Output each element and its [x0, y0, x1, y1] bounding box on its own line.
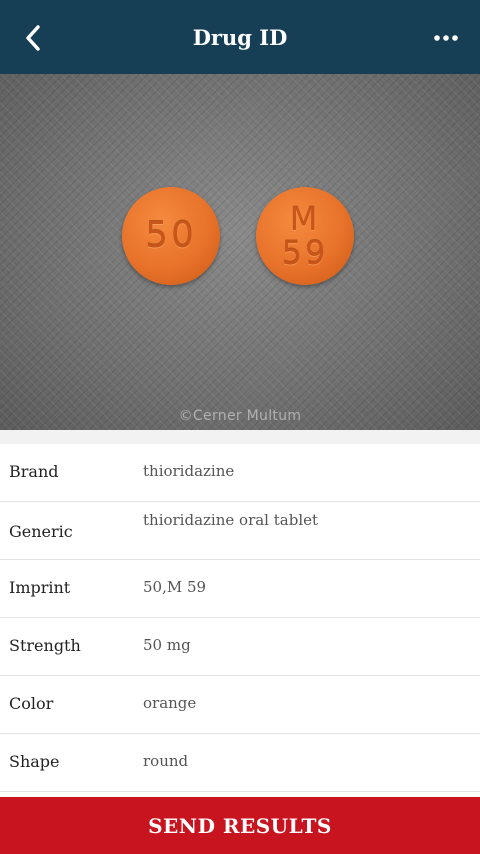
detail-row-strength: Strength 50 mg	[0, 618, 480, 676]
detail-row-generic: Generic thioridazine oral tablet	[0, 502, 480, 560]
pill-imprint-text: 50	[145, 215, 197, 256]
divider	[0, 430, 480, 444]
detail-value: round	[143, 752, 189, 770]
detail-label: Generic	[9, 522, 73, 541]
detail-row-imprint: Imprint 50,M 59	[0, 560, 480, 618]
detail-value: 50,M 59	[143, 578, 207, 596]
detail-label: Shape	[9, 752, 60, 771]
detail-row-brand: Brand thioridazine	[0, 444, 480, 502]
send-results-button[interactable]: SEND RESULTS	[0, 797, 480, 854]
detail-row-color: Color orange	[0, 676, 480, 734]
pill-image: 50 M 59 ©Cerner Multum	[0, 74, 480, 430]
chevron-left-icon	[26, 25, 40, 51]
drug-details-list: Brand thioridazine Generic thioridazine …	[0, 444, 480, 792]
pill-imprint-line-2: 59	[281, 234, 329, 272]
more-options-button[interactable]	[424, 19, 468, 57]
pill-50: 50	[122, 187, 220, 285]
pill-m59: M 59	[256, 187, 354, 285]
pill-imprint-line-1: M	[289, 200, 321, 238]
detail-row-shape: Shape round	[0, 734, 480, 792]
detail-value: orange	[143, 694, 197, 712]
detail-value: 50 mg	[143, 636, 191, 654]
detail-label: Strength	[9, 636, 81, 655]
page-title: Drug ID	[192, 24, 288, 50]
detail-label: Brand	[9, 462, 59, 481]
detail-label: Imprint	[9, 578, 71, 597]
detail-value: thioridazine oral tablet	[143, 511, 319, 529]
back-button[interactable]	[14, 19, 52, 57]
image-watermark: ©Cerner Multum	[178, 408, 302, 424]
detail-label: Color	[9, 694, 54, 713]
more-horizontal-icon	[434, 35, 458, 41]
app-header: Drug ID	[0, 0, 480, 74]
detail-value: thioridazine	[143, 462, 235, 480]
